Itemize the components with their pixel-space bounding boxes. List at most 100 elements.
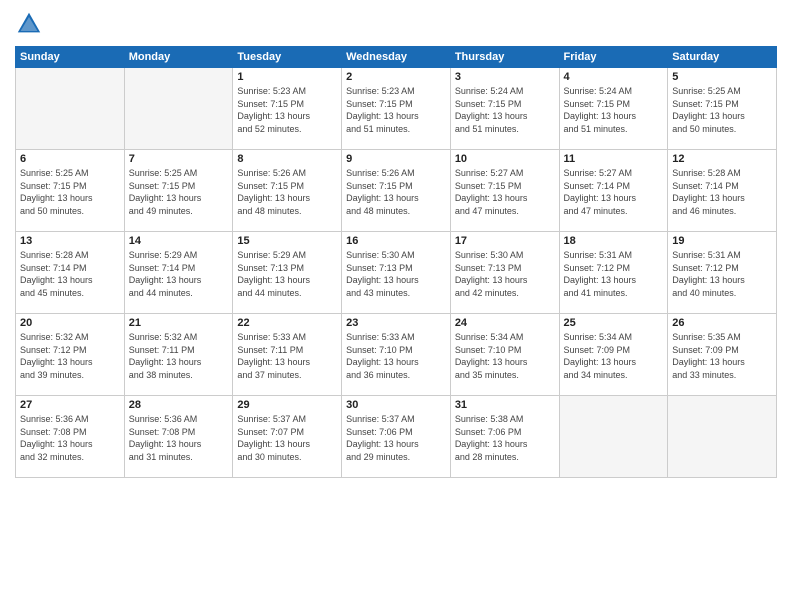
day-number: 12 (672, 153, 772, 165)
calendar-cell (16, 68, 125, 150)
day-number: 3 (455, 71, 555, 83)
cell-info: Sunrise: 5:29 AM Sunset: 7:13 PM Dayligh… (237, 249, 337, 299)
week-row-5: 27 Sunrise: 5:36 AM Sunset: 7:08 PM Dayli… (16, 396, 777, 478)
day-number: 4 (564, 71, 664, 83)
cell-info: Sunrise: 5:25 AM Sunset: 7:15 PM Dayligh… (20, 167, 120, 217)
day-number: 28 (129, 399, 229, 411)
day-number: 29 (237, 399, 337, 411)
cell-info: Sunrise: 5:38 AM Sunset: 7:06 PM Dayligh… (455, 413, 555, 463)
logo-icon (15, 10, 43, 38)
calendar-cell: 18Sunrise: 5:31 AM Sunset: 7:12 PM Dayli… (559, 232, 668, 314)
cell-info: Sunrise: 5:37 AM Sunset: 7:06 PM Dayligh… (346, 413, 446, 463)
day-number: 25 (564, 317, 664, 329)
week-row-2: 6 Sunrise: 5:25 AM Sunset: 7:15 PM Daylig… (16, 150, 777, 232)
weekday-header-wednesday: Wednesday (342, 47, 451, 68)
calendar-cell: 28 Sunrise: 5:36 AM Sunset: 7:08 PM Dayli… (124, 396, 233, 478)
day-number: 22 (237, 317, 337, 329)
calendar-cell: 26Sunrise: 5:35 AM Sunset: 7:09 PM Dayli… (668, 314, 777, 396)
header (15, 10, 777, 38)
cell-info: Sunrise: 5:24 AM Sunset: 7:15 PM Dayligh… (564, 85, 664, 135)
calendar-cell: 25 Sunrise: 5:34 AM Sunset: 7:09 PM Dayli… (559, 314, 668, 396)
day-number: 18 (564, 235, 664, 247)
weekday-header-sunday: Sunday (16, 47, 125, 68)
calendar-cell: 7Sunrise: 5:25 AM Sunset: 7:15 PM Daylig… (124, 150, 233, 232)
calendar-cell: 27Sunrise: 5:36 AM Sunset: 7:08 PM Dayli… (16, 396, 125, 478)
weekday-header-tuesday: Tuesday (233, 47, 342, 68)
day-number: 1 (237, 71, 337, 83)
cell-info: Sunrise: 5:28 AM Sunset: 7:14 PM Dayligh… (20, 249, 120, 299)
calendar-cell: 21 Sunrise: 5:32 AM Sunset: 7:11 PM Dayli… (124, 314, 233, 396)
day-number: 21 (129, 317, 229, 329)
calendar-cell: 24 Sunrise: 5:34 AM Sunset: 7:10 PM Dayli… (450, 314, 559, 396)
cell-info: Sunrise: 5:30 AM Sunset: 7:13 PM Dayligh… (455, 249, 555, 299)
cell-info: Sunrise: 5:37 AM Sunset: 7:07 PM Dayligh… (237, 413, 337, 463)
cell-info: Sunrise: 5:24 AM Sunset: 7:15 PM Dayligh… (455, 85, 555, 135)
calendar-cell: 20 Sunrise: 5:32 AM Sunset: 7:12 PM Dayli… (16, 314, 125, 396)
calendar-cell: 6 Sunrise: 5:25 AM Sunset: 7:15 PM Daylig… (16, 150, 125, 232)
day-number: 10 (455, 153, 555, 165)
calendar-cell: 19 Sunrise: 5:31 AM Sunset: 7:12 PM Dayli… (668, 232, 777, 314)
weekday-header-row: SundayMondayTuesdayWednesdayThursdayFrid… (16, 47, 777, 68)
calendar-cell: 17 Sunrise: 5:30 AM Sunset: 7:13 PM Dayli… (450, 232, 559, 314)
calendar-cell: 9 Sunrise: 5:26 AM Sunset: 7:15 PM Daylig… (342, 150, 451, 232)
cell-info: Sunrise: 5:26 AM Sunset: 7:15 PM Dayligh… (237, 167, 337, 217)
day-number: 27 (20, 399, 120, 411)
calendar-cell: 22Sunrise: 5:33 AM Sunset: 7:11 PM Dayli… (233, 314, 342, 396)
day-number: 20 (20, 317, 120, 329)
calendar-cell: 12 Sunrise: 5:28 AM Sunset: 7:14 PM Dayli… (668, 150, 777, 232)
calendar-cell: 4 Sunrise: 5:24 AM Sunset: 7:15 PM Daylig… (559, 68, 668, 150)
week-row-1: 1 Sunrise: 5:23 AM Sunset: 7:15 PM Daylig… (16, 68, 777, 150)
day-number: 24 (455, 317, 555, 329)
calendar-cell: 31 Sunrise: 5:38 AM Sunset: 7:06 PM Dayli… (450, 396, 559, 478)
calendar-cell (559, 396, 668, 478)
cell-info: Sunrise: 5:25 AM Sunset: 7:15 PM Dayligh… (129, 167, 229, 217)
logo (15, 10, 47, 38)
cell-info: Sunrise: 5:34 AM Sunset: 7:09 PM Dayligh… (564, 331, 664, 381)
cell-info: Sunrise: 5:31 AM Sunset: 7:12 PM Dayligh… (672, 249, 772, 299)
cell-info: Sunrise: 5:26 AM Sunset: 7:15 PM Dayligh… (346, 167, 446, 217)
cell-info: Sunrise: 5:35 AM Sunset: 7:09 PM Dayligh… (672, 331, 772, 381)
day-number: 2 (346, 71, 446, 83)
day-number: 11 (564, 153, 664, 165)
cell-info: Sunrise: 5:29 AM Sunset: 7:14 PM Dayligh… (129, 249, 229, 299)
day-number: 23 (346, 317, 446, 329)
cell-info: Sunrise: 5:36 AM Sunset: 7:08 PM Dayligh… (129, 413, 229, 463)
cell-info: Sunrise: 5:34 AM Sunset: 7:10 PM Dayligh… (455, 331, 555, 381)
cell-info: Sunrise: 5:30 AM Sunset: 7:13 PM Dayligh… (346, 249, 446, 299)
calendar-cell: 10 Sunrise: 5:27 AM Sunset: 7:15 PM Dayli… (450, 150, 559, 232)
calendar-cell: 15 Sunrise: 5:29 AM Sunset: 7:13 PM Dayli… (233, 232, 342, 314)
calendar-cell: 30 Sunrise: 5:37 AM Sunset: 7:06 PM Dayli… (342, 396, 451, 478)
cell-info: Sunrise: 5:23 AM Sunset: 7:15 PM Dayligh… (237, 85, 337, 135)
calendar-cell: 11 Sunrise: 5:27 AM Sunset: 7:14 PM Dayli… (559, 150, 668, 232)
cell-info: Sunrise: 5:32 AM Sunset: 7:12 PM Dayligh… (20, 331, 120, 381)
cell-info: Sunrise: 5:28 AM Sunset: 7:14 PM Dayligh… (672, 167, 772, 217)
page: SundayMondayTuesdayWednesdayThursdayFrid… (0, 0, 792, 612)
weekday-header-monday: Monday (124, 47, 233, 68)
calendar-cell: 1 Sunrise: 5:23 AM Sunset: 7:15 PM Daylig… (233, 68, 342, 150)
day-number: 16 (346, 235, 446, 247)
cell-info: Sunrise: 5:27 AM Sunset: 7:14 PM Dayligh… (564, 167, 664, 217)
day-number: 17 (455, 235, 555, 247)
calendar-cell: 13Sunrise: 5:28 AM Sunset: 7:14 PM Dayli… (16, 232, 125, 314)
calendar-cell: 14Sunrise: 5:29 AM Sunset: 7:14 PM Dayli… (124, 232, 233, 314)
day-number: 9 (346, 153, 446, 165)
day-number: 19 (672, 235, 772, 247)
calendar-cell: 8 Sunrise: 5:26 AM Sunset: 7:15 PM Daylig… (233, 150, 342, 232)
cell-info: Sunrise: 5:33 AM Sunset: 7:10 PM Dayligh… (346, 331, 446, 381)
cell-info: Sunrise: 5:32 AM Sunset: 7:11 PM Dayligh… (129, 331, 229, 381)
calendar-cell: 29 Sunrise: 5:37 AM Sunset: 7:07 PM Dayli… (233, 396, 342, 478)
week-row-4: 20 Sunrise: 5:32 AM Sunset: 7:12 PM Dayli… (16, 314, 777, 396)
day-number: 31 (455, 399, 555, 411)
day-number: 6 (20, 153, 120, 165)
cell-info: Sunrise: 5:25 AM Sunset: 7:15 PM Dayligh… (672, 85, 772, 135)
day-number: 5 (672, 71, 772, 83)
day-number: 8 (237, 153, 337, 165)
week-row-3: 13Sunrise: 5:28 AM Sunset: 7:14 PM Dayli… (16, 232, 777, 314)
day-number: 30 (346, 399, 446, 411)
weekday-header-saturday: Saturday (668, 47, 777, 68)
weekday-header-thursday: Thursday (450, 47, 559, 68)
calendar-cell: 16 Sunrise: 5:30 AM Sunset: 7:13 PM Dayli… (342, 232, 451, 314)
day-number: 15 (237, 235, 337, 247)
calendar-cell (124, 68, 233, 150)
cell-info: Sunrise: 5:27 AM Sunset: 7:15 PM Dayligh… (455, 167, 555, 217)
